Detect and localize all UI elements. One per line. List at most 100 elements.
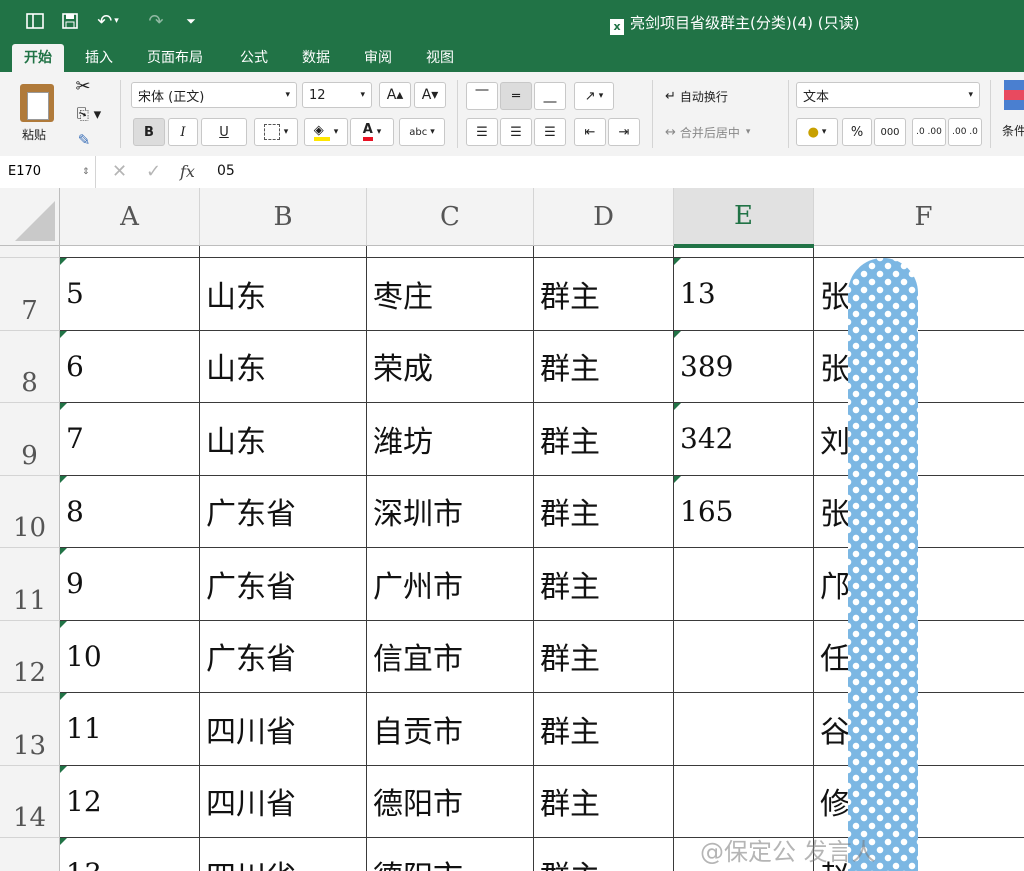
cell-b7[interactable]: 山东	[200, 258, 367, 331]
row-header-10[interactable]: 10	[0, 475, 60, 548]
phonetic-button[interactable]: abc ▾	[399, 118, 445, 146]
tab-insert[interactable]: 插入	[73, 44, 125, 72]
cell-d8[interactable]: 群主	[534, 330, 674, 403]
cell-a13[interactable]: 11	[60, 693, 200, 766]
column-header-e[interactable]: E	[674, 188, 814, 246]
column-header-f[interactable]: F	[814, 188, 1024, 246]
column-header-a[interactable]: A	[60, 188, 200, 246]
decrease-indent-button[interactable]: ⇤	[574, 118, 606, 146]
column-header-b[interactable]: B	[200, 188, 367, 246]
redo-icon[interactable]: ↷	[143, 8, 169, 34]
copy-icon[interactable]: ⎘ ▾	[70, 102, 108, 126]
row-header-7[interactable]: 7	[0, 258, 60, 331]
confirm-icon[interactable]: ✓	[146, 161, 161, 182]
decrease-decimal-button[interactable]: .00 .0	[948, 118, 982, 146]
cut-icon[interactable]: ✂	[70, 74, 96, 98]
customize-toolbar-icon[interactable]: ⏷	[178, 8, 204, 34]
cell-c14[interactable]: 德阳市	[367, 765, 534, 838]
cell-a8[interactable]: 6	[60, 330, 200, 403]
conditional-format-button[interactable]: 条件	[998, 80, 1024, 150]
cell-b15[interactable]: 四川省	[200, 838, 367, 871]
italic-button[interactable]: I	[168, 118, 198, 146]
cell-e11[interactable]	[674, 548, 814, 621]
cell-a14[interactable]: 12	[60, 765, 200, 838]
name-box-stepper-icon[interactable]: ⇕	[82, 156, 90, 188]
comma-style-button[interactable]: 000	[874, 118, 906, 146]
cell-d15[interactable]: 群主	[534, 838, 674, 871]
cell-a12[interactable]: 10	[60, 620, 200, 693]
cell-partial[interactable]	[367, 246, 534, 258]
row-header-15[interactable]: 15	[0, 838, 60, 871]
paste-button[interactable]: 粘贴	[8, 76, 64, 146]
tab-data[interactable]: 数据	[290, 44, 342, 72]
cell-b12[interactable]: 广东省	[200, 620, 367, 693]
cell-b13[interactable]: 四川省	[200, 693, 367, 766]
cell-d14[interactable]: 群主	[534, 765, 674, 838]
cell-partial[interactable]	[674, 246, 814, 258]
save-icon[interactable]	[57, 8, 83, 34]
cell-f7[interactable]: 张	[814, 258, 1024, 331]
tab-page-layout[interactable]: 页面布局	[135, 44, 215, 72]
column-header-d[interactable]: D	[534, 188, 674, 246]
cell-c15[interactable]: 德阳市	[367, 838, 534, 871]
percent-button[interactable]: %	[842, 118, 872, 146]
cell-e7[interactable]: 13	[674, 258, 814, 331]
font-size-select[interactable]: 12 ▾	[302, 82, 372, 108]
cell-d9[interactable]: 群主	[534, 403, 674, 476]
cell-a11[interactable]: 9	[60, 548, 200, 621]
row-header-11[interactable]: 11	[0, 548, 60, 621]
row-header-partial[interactable]	[0, 246, 60, 258]
tab-formulas[interactable]: 公式	[228, 44, 280, 72]
format-painter-icon[interactable]: ✎	[70, 128, 98, 152]
cell-e8[interactable]: 389	[674, 330, 814, 403]
cell-d7[interactable]: 群主	[534, 258, 674, 331]
function-icon[interactable]: fx	[180, 162, 195, 181]
cell-c8[interactable]: 荣成	[367, 330, 534, 403]
cell-partial[interactable]	[60, 246, 200, 258]
row-header-8[interactable]: 8	[0, 330, 60, 403]
row-header-9[interactable]: 9	[0, 403, 60, 476]
merge-center-button[interactable]: ↔ 合并后居中 ▾	[664, 120, 784, 144]
grow-font-button[interactable]: A▴	[379, 82, 411, 108]
cell-e10[interactable]: 165	[674, 475, 814, 548]
orientation-button[interactable]: ↗ ▾	[574, 82, 614, 110]
cell-e13[interactable]	[674, 693, 814, 766]
column-header-c[interactable]: C	[367, 188, 534, 246]
cell-c10[interactable]: 深圳市	[367, 475, 534, 548]
tab-review[interactable]: 审阅	[352, 44, 404, 72]
fill-color-button[interactable]: ◈ ▾	[304, 118, 348, 146]
wrap-text-button[interactable]: ↵ 自动换行	[664, 84, 764, 108]
row-header-13[interactable]: 13	[0, 693, 60, 766]
cell-b8[interactable]: 山东	[200, 330, 367, 403]
shrink-font-button[interactable]: A▾	[414, 82, 446, 108]
tab-home[interactable]: 开始	[12, 44, 64, 72]
cell-d12[interactable]: 群主	[534, 620, 674, 693]
cell-e12[interactable]	[674, 620, 814, 693]
cell-partial[interactable]	[200, 246, 367, 258]
sidebar-icon[interactable]	[22, 8, 48, 34]
cell-e9[interactable]: 342	[674, 403, 814, 476]
cell-c9[interactable]: 潍坊	[367, 403, 534, 476]
row-header-12[interactable]: 12	[0, 620, 60, 693]
cell-b10[interactable]: 广东省	[200, 475, 367, 548]
border-button[interactable]: ▾	[254, 118, 298, 146]
cell-f14[interactable]: 修	[814, 766, 1024, 838]
cell-a9[interactable]: 7	[60, 403, 200, 476]
align-left-button[interactable]: ☰	[466, 118, 498, 146]
undo-icon[interactable]: ↶ ▾	[95, 8, 121, 34]
underline-button[interactable]: U	[201, 118, 247, 146]
cell-f11[interactable]: 邝	[814, 548, 1024, 621]
increase-indent-button[interactable]: ⇥	[608, 118, 640, 146]
cell-e14[interactable]	[674, 765, 814, 838]
align-right-button[interactable]: ☰	[534, 118, 566, 146]
cell-b14[interactable]: 四川省	[200, 765, 367, 838]
cell-a7[interactable]: 5	[60, 258, 200, 331]
number-format-select[interactable]: 文本 ▾	[796, 82, 980, 108]
increase-decimal-button[interactable]: .0 .00	[912, 118, 946, 146]
cell-a10[interactable]: 8	[60, 475, 200, 548]
cell-c7[interactable]: 枣庄	[367, 258, 534, 331]
tab-view[interactable]: 视图	[414, 44, 466, 72]
align-middle-button[interactable]: ═	[500, 82, 532, 110]
cell-f10[interactable]: 张	[814, 476, 1024, 548]
cell-d11[interactable]: 群主	[534, 548, 674, 621]
